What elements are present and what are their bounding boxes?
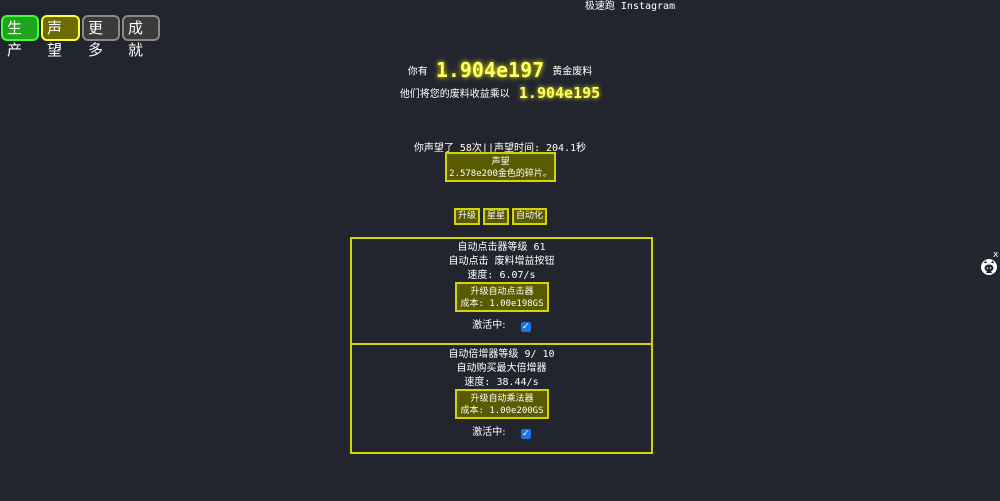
upgrade-automultiplier-button[interactable]: 升级自动乘法器 成本: 1.00e200GS	[455, 389, 549, 419]
scrap-multiplier-line: 他们将您的废料收益乘以 1.904e195	[0, 82, 1000, 102]
prestige-button[interactable]: 声望 2.578e200金色的碎片。	[445, 152, 556, 182]
scrap-unit: 黄金废料	[552, 66, 593, 78]
multiplier-label: 他们将您的废料收益乘以	[399, 89, 510, 100]
app-root: 极速跑 Instagram 生产 声望 更多 成就 你有 1.904e197 黄…	[0, 0, 1000, 501]
upgrade-autoclicker-cost: 成本: 1.00e198GS	[460, 299, 544, 309]
autoclicker-panel: 自动点击器等级 61 自动点击 废料增益按钮 速度: 6.07/s 升级自动点击…	[350, 237, 653, 345]
github-octocat-icon[interactable]	[980, 258, 998, 276]
automultiplier-active-label: 激活中:	[472, 427, 506, 438]
autoclicker-speed: 速度: 6.07/s	[467, 270, 536, 281]
automultiplier-active-checkbox[interactable]: ✓	[520, 429, 531, 439]
automultiplier-panel: 自动倍增器等级 9/ 10 自动购买最大倍增器 速度: 38.44/s 升级自动…	[350, 345, 653, 454]
upgrade-autoclicker-button[interactable]: 升级自动点击器 成本: 1.00e198GS	[455, 282, 549, 312]
autoclicker-active-row: 激活中: ✓	[352, 316, 651, 332]
subtab-upgrades[interactable]: 升级	[454, 208, 481, 225]
subtab-automation[interactable]: 自动化	[512, 208, 548, 225]
main-tabs: 生产 声望 更多 成就	[1, 15, 160, 59]
automultiplier-active-row: 激活中: ✓	[352, 423, 651, 439]
prestige-subtabs: 升级 星星 自动化	[454, 208, 548, 225]
tab-production[interactable]: 生产	[1, 15, 39, 59]
scrap-amount-line: 你有 1.904e197 黄金废料	[0, 58, 1000, 82]
tab-prestige[interactable]: 声望	[41, 15, 80, 59]
automultiplier-desc: 自动购买最大倍增器	[456, 363, 547, 374]
tab-achievements[interactable]: 成就	[122, 15, 160, 59]
upgrade-automultiplier-cost: 成本: 1.00e200GS	[460, 406, 544, 416]
automultiplier-speed: 速度: 38.44/s	[464, 377, 539, 388]
scrap-amount: 1.904e197	[435, 58, 545, 82]
autoclicker-active-label: 激活中:	[472, 320, 506, 331]
upgrade-automultiplier-title: 升级自动乘法器	[470, 394, 534, 404]
upgrade-autoclicker-title: 升级自动点击器	[470, 287, 534, 297]
you-have-label: 你有	[407, 66, 428, 78]
automultiplier-level: 自动倍增器等级 9/ 10	[448, 349, 555, 360]
prestige-button-reward: 2.578e200金色的碎片。	[449, 169, 552, 179]
autoclicker-desc: 自动点击 废料增益按钮	[448, 256, 555, 267]
autoclicker-active-checkbox[interactable]: ✓	[520, 322, 531, 332]
tab-more[interactable]: 更多	[82, 15, 120, 59]
scrap-multiplier: 1.904e195	[518, 83, 601, 102]
subtab-stars[interactable]: 星星	[483, 208, 510, 225]
instagram-link[interactable]: 极速跑 Instagram	[560, 0, 700, 14]
prestige-button-title: 声望	[491, 157, 510, 167]
autoclicker-level: 自动点击器等级 61	[457, 242, 546, 253]
